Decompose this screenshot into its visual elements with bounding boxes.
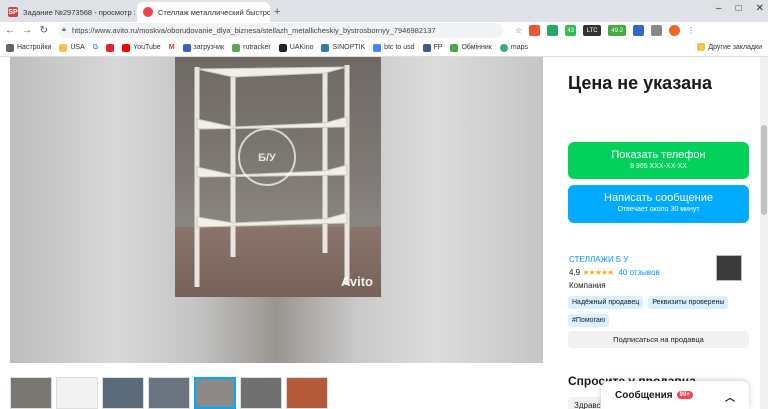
bookmark-item[interactable]: M (169, 44, 175, 51)
page-content: Б/У Avito Цена не указана Показать телеф… (0, 57, 768, 409)
back-arrow-icon[interactable]: ← (3, 25, 17, 36)
youtube-icon (122, 43, 131, 52)
bookmark-star-icon[interactable]: ☆ (515, 26, 522, 35)
extension-icon[interactable] (547, 25, 559, 36)
bookmark-item[interactable]: btc to usd (373, 43, 415, 52)
bookmark-item[interactable]: Настройки (6, 43, 51, 52)
window-controls: – □ ✕ (716, 3, 764, 14)
gear-icon (6, 43, 14, 52)
bookmark-item[interactable]: USA (59, 43, 85, 52)
address-bar-row: ← → ↻ 🔒︎ https://www.avito.ru/moskva/obo… (0, 22, 768, 39)
extension-icon[interactable] (633, 25, 645, 36)
show-phone-button[interactable]: Показать телефон 8 965 XXX-XX-XX (568, 142, 749, 179)
facebook-icon (422, 43, 431, 52)
seller-type: Компания (569, 281, 606, 290)
vk-icon (182, 43, 191, 52)
messages-widget[interactable]: Сообщения 99+ ︿ (601, 381, 749, 409)
bookmark-item[interactable]: SINOPTIK (321, 43, 365, 52)
uakino-icon (278, 43, 287, 52)
weather-icon (321, 43, 330, 52)
maximize-icon[interactable]: □ (736, 3, 742, 14)
tab-favicon-icon (143, 7, 153, 17)
exchange-icon (450, 43, 459, 52)
extension-ltc[interactable]: LTC (583, 25, 602, 36)
image-gallery[interactable]: Б/У Avito (10, 57, 543, 363)
menu-icon[interactable]: ⋮ (687, 26, 695, 35)
extensions-bar: ☆ 43 LTC 49.2 ⋮ (515, 22, 695, 39)
badge-reliable[interactable]: Надёжный продавец (568, 296, 644, 309)
bookmark-item[interactable]: Обмінник (450, 43, 492, 52)
bookmark-item[interactable]: G (93, 44, 98, 51)
tab-favicon-icon: SP (8, 7, 18, 17)
product-photo[interactable]: Б/У Avito (175, 57, 381, 297)
extension-icon[interactable] (529, 25, 541, 36)
avito-watermark: Avito (340, 274, 373, 289)
scrollbar[interactable] (760, 57, 768, 409)
tab-avito[interactable]: Стеллаж металлический быстро × (137, 2, 270, 22)
chevron-up-icon[interactable]: ︿ (725, 389, 735, 404)
price: Цена не указана (568, 73, 712, 93)
new-tab-button[interactable]: + (274, 2, 290, 22)
messages-label: Сообщения (615, 389, 673, 401)
thumbnail[interactable] (148, 377, 190, 409)
minimize-icon[interactable]: – (716, 3, 722, 14)
bookmark-item[interactable]: загрузчик (182, 43, 224, 52)
write-message-button[interactable]: Написать сообщение Отвечает около 30 мин… (568, 185, 749, 223)
reviews-link[interactable]: 40 отзывов (618, 268, 659, 277)
badge-verified[interactable]: Реквизиты проверены (648, 296, 729, 309)
extension-badge[interactable]: 43 (565, 25, 577, 36)
avatar[interactable] (669, 25, 681, 36)
seller-name[interactable]: СТЕЛЛАЖИ Б У (569, 255, 628, 264)
thumbnail[interactable] (10, 377, 52, 409)
seller-rating: 4,9 ★★★★★ 40 отзывов (569, 268, 660, 277)
yandex-icon (106, 43, 115, 52)
scrollbar-thumb[interactable] (761, 125, 767, 215)
subscribe-button[interactable]: Подписаться на продавца (568, 331, 749, 348)
bookmark-item[interactable]: maps (499, 43, 528, 52)
plus-icon: + (274, 6, 281, 18)
tab-label: Стеллаж металлический быстро (158, 7, 270, 17)
bookmark-item[interactable]: YouTube (122, 43, 161, 52)
url-field[interactable]: 🔒︎ https://www.avito.ru/moskva/oborudova… (58, 23, 503, 38)
tab-task[interactable]: SP Задание №2973568 - просмотр з × (2, 2, 135, 22)
thumbnail-selected[interactable] (194, 377, 236, 409)
tab-label: Задание №2973568 - просмотр з (23, 7, 135, 17)
maps-icon (499, 43, 508, 52)
torrent-icon (232, 43, 241, 52)
lock-icon: 🔒︎ (62, 26, 66, 33)
bookmark-item[interactable]: rutracker (232, 43, 271, 52)
other-bookmarks[interactable]: Другие закладки (697, 43, 762, 51)
star-rating-icon: ★★★★★ (582, 268, 614, 277)
badge-help[interactable]: #Помогаю (568, 314, 610, 327)
thumbnail[interactable] (240, 377, 282, 409)
close-window-icon[interactable]: ✕ (756, 3, 764, 14)
tab-bar: SP Задание №2973568 - просмотр з × Стелл… (0, 0, 768, 22)
folder-icon (697, 43, 706, 51)
extension-icon[interactable] (651, 25, 663, 36)
shelf-illustration: Б/У (175, 65, 381, 297)
bookmarks-bar: Настройки USA G YouTube M загрузчик rutr… (0, 39, 768, 57)
thumbnail[interactable] (286, 377, 328, 409)
folder-icon (59, 43, 68, 52)
svg-text:Б/У: Б/У (258, 152, 276, 164)
extension-ltc-price[interactable]: 49.2 (608, 25, 627, 36)
forward-arrow-icon[interactable]: → (20, 25, 34, 36)
thumbnail-strip (10, 377, 328, 409)
seller-avatar[interactable] (716, 255, 742, 281)
url-text: https://www.avito.ru/moskva/oborudovanie… (72, 26, 436, 35)
messages-count-badge: 99+ (676, 391, 693, 399)
thumbnail[interactable] (56, 377, 98, 409)
bookmark-item[interactable] (106, 43, 115, 52)
bookmark-item[interactable]: FP (422, 43, 442, 52)
thumbnail[interactable] (102, 377, 144, 409)
reload-icon[interactable]: ↻ (37, 25, 51, 36)
bookmark-item[interactable]: UAKino (278, 43, 313, 52)
seller-badges: Надёжный продавец Реквизиты проверены #П… (568, 296, 749, 327)
google-icon (373, 43, 382, 52)
